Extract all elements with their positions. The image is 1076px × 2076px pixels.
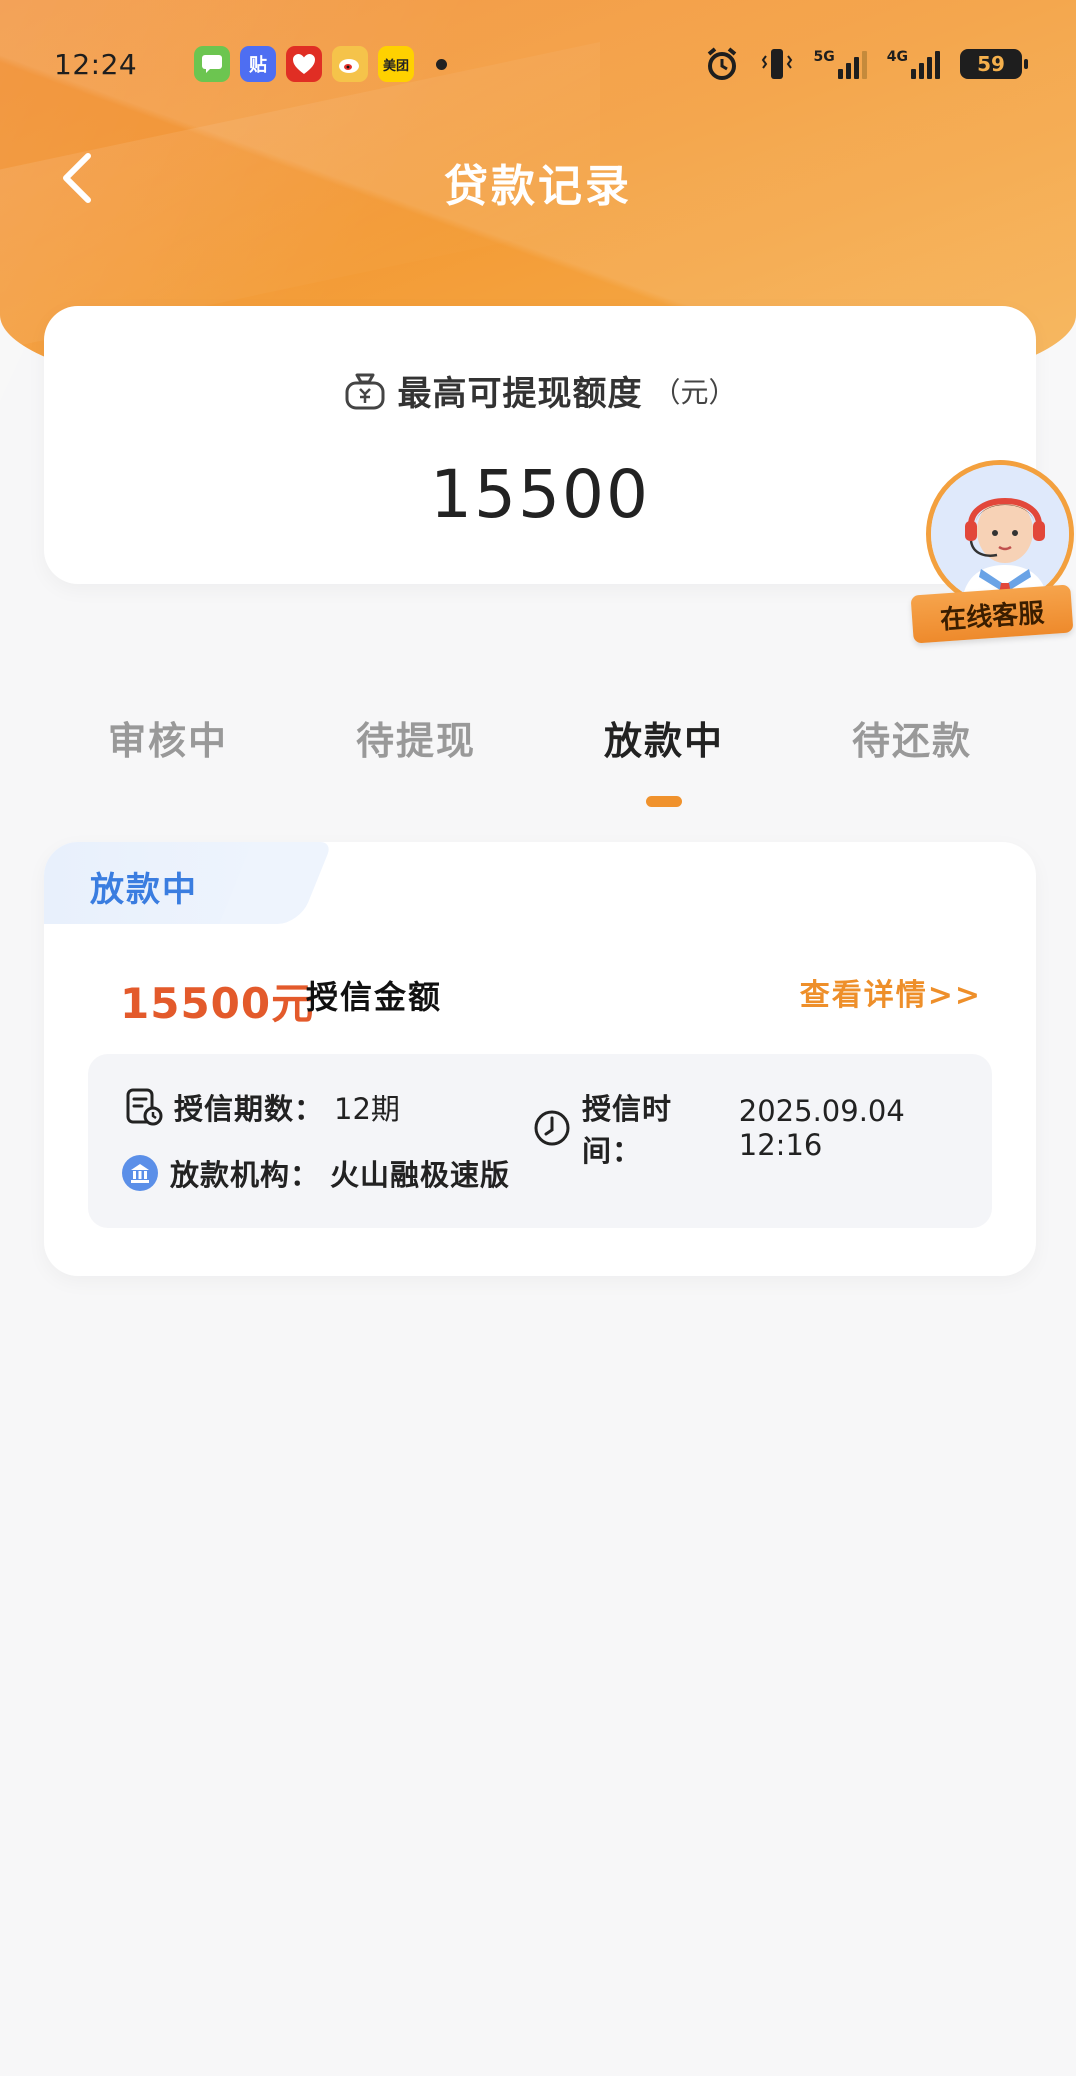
active-tab-indicator — [646, 796, 682, 807]
credit-amount-value: 15500元 — [120, 979, 315, 1028]
clock-icon — [534, 1110, 570, 1146]
credit-time-label: 授信时间： — [582, 1092, 673, 1168]
alarm-icon — [707, 47, 736, 80]
max-withdraw-quota-card: 最高可提现额度 （元） 15500 — [44, 306, 1036, 584]
lending-institution-label: 放款机构： — [170, 1158, 321, 1192]
tab-disbursing[interactable]: 放款中 — [540, 710, 788, 810]
battery-level: 59 — [977, 52, 1005, 76]
credit-time-row: 授信时间： 2025.09.04 12:16 — [532, 1086, 992, 1170]
record-status-tag: 放款中 — [44, 842, 276, 924]
money-bag-icon — [345, 373, 385, 409]
back-arrow-icon[interactable] — [58, 150, 98, 206]
tab-pending-repayment[interactable]: 待还款 — [788, 710, 1036, 810]
tab-label: 审核中 — [107, 719, 228, 763]
credit-amount-label: 授信金额 — [306, 978, 443, 1016]
tieba-app-icon: 贴 — [240, 46, 276, 82]
tieba-app-glyph: 贴 — [249, 55, 267, 76]
tab-pending-withdrawal[interactable]: 待提现 — [292, 710, 540, 810]
more-notifications-dot — [436, 58, 447, 70]
page-title: 贷款记录 — [444, 161, 632, 212]
loan-status-tabs: 审核中 待提现 放款中 待还款 — [44, 710, 1036, 810]
vibrate-icon — [761, 49, 792, 79]
loan-records-page: 12:24 贴 美团 5G 4G 59 贷款记录 最高可提现额度 （元） 155… — [0, 0, 1076, 2076]
tab-label: 放款中 — [603, 719, 724, 763]
tab-under-review[interactable]: 审核中 — [44, 710, 292, 810]
weibo-app-icon — [332, 46, 368, 82]
signal-4g: 4G — [887, 49, 940, 79]
pinduoduo-app-icon — [286, 46, 322, 82]
notification-app-icons: 贴 美团 — [194, 46, 447, 82]
online-customer-service-button[interactable]: 在线客服 — [910, 460, 1076, 644]
document-clock-icon — [126, 1088, 163, 1126]
message-app-icon — [194, 46, 230, 82]
meituan-app-icon: 美团 — [378, 46, 414, 82]
status-right-icons: 5G 4G 59 — [704, 46, 1028, 82]
loan-record-card[interactable]: 放款中 15500元 授信金额 查看详情>> 授信期数： 12期 授信时间： 2… — [44, 842, 1036, 1276]
record-info-box: 授信期数： 12期 授信时间： 2025.09.04 12:16 放款机构： 火… — [88, 1054, 992, 1228]
quota-value: 15500 — [430, 456, 650, 533]
quota-label-row: 最高可提现额度 （元） — [44, 366, 1036, 415]
credit-periods-label: 授信期数： — [174, 1092, 325, 1126]
credit-periods-row: 授信期数： 12期 — [124, 1086, 400, 1128]
customer-service-label: 在线客服 — [910, 584, 1074, 644]
quota-label: 最高可提现额度 — [397, 374, 643, 414]
signal-5g: 5G — [814, 49, 867, 79]
status-bar: 12:24 贴 美团 5G 4G 59 — [0, 36, 1076, 92]
meituan-app-glyph: 美团 — [382, 58, 409, 74]
quota-unit: （元） — [652, 375, 737, 409]
credit-time-value: 2025.09.04 12:16 — [738, 1094, 905, 1162]
signal-4g-label: 4G — [886, 49, 908, 65]
tab-label: 待还款 — [851, 719, 972, 763]
bank-icon — [122, 1155, 158, 1191]
lending-institution-row: 放款机构： 火山融极速版 — [120, 1152, 510, 1194]
status-time: 12:24 — [54, 47, 138, 81]
record-status-label: 放款中 — [90, 870, 198, 910]
signal-5g-label: 5G — [813, 49, 835, 65]
battery-icon: 59 — [960, 49, 1028, 79]
signal-bars-icon — [911, 49, 940, 79]
view-details-link[interactable]: 查看详情>> — [800, 970, 982, 1014]
lending-institution-value: 火山融极速版 — [330, 1158, 511, 1192]
signal-bars-icon — [837, 49, 867, 79]
credit-periods-value: 12期 — [334, 1092, 400, 1126]
tab-label: 待提现 — [355, 719, 476, 763]
